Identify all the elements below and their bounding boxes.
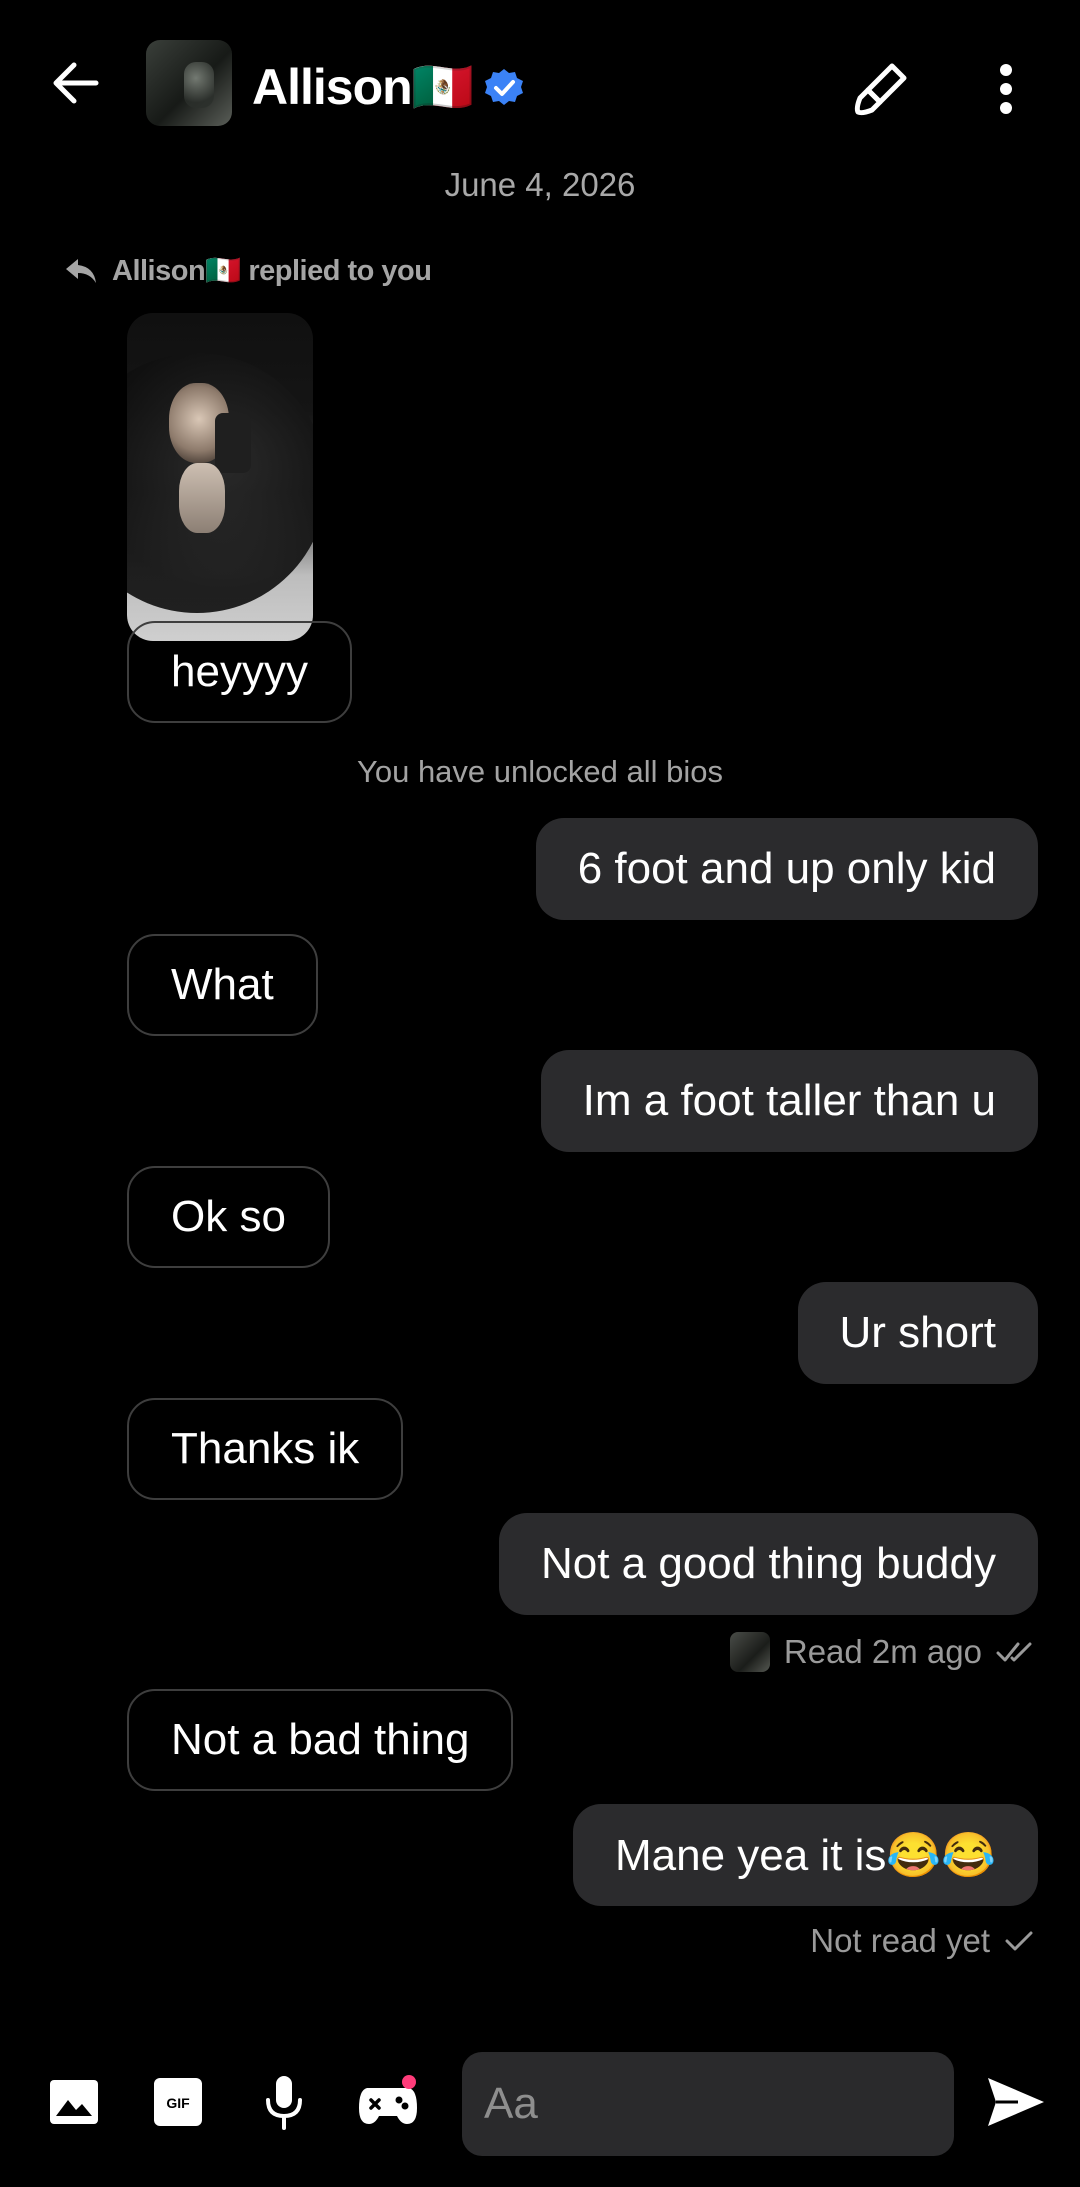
double-check-icon [996, 1642, 1032, 1662]
message-incoming[interactable]: Not a bad thing [127, 1689, 514, 1791]
conversation-title[interactable]: Allison🇲🇽 [252, 58, 525, 117]
image-icon [50, 2080, 98, 2124]
read-receipt-text: Read 2m ago [783, 1633, 982, 1670]
delivery-status: Not read yet [810, 1922, 1034, 1960]
delivery-status-text: Not read yet [810, 1922, 990, 1959]
gif-button[interactable]: GIF [146, 2070, 210, 2134]
message-outgoing[interactable]: Not a good thing buddy [498, 1513, 1038, 1615]
reply-photo[interactable] [127, 313, 313, 641]
reply-arrow-icon [66, 259, 96, 283]
message-outgoing[interactable]: 6 foot and up only kid [535, 818, 1038, 920]
arrow-left-icon [53, 62, 99, 104]
gif-icon: GIF [154, 2078, 202, 2126]
gallery-button[interactable] [42, 2070, 106, 2134]
message-input[interactable]: Aa [462, 2052, 954, 2156]
game-controller-icon [359, 2075, 417, 2124]
send-button[interactable] [984, 2070, 1054, 2140]
system-message: You have unlocked all bios [357, 754, 723, 789]
back-button[interactable] [40, 48, 110, 118]
message-incoming[interactable]: heyyyy [127, 621, 352, 723]
message-outgoing[interactable]: Ur short [797, 1282, 1038, 1384]
message-input-placeholder: Aa [484, 2079, 538, 2128]
reply-banner-text: Allison🇲🇽 replied to you [112, 255, 432, 287]
games-button[interactable] [356, 2070, 420, 2134]
message-outgoing[interactable]: Mane yea it is😂😂 [572, 1804, 1038, 1906]
theme-brush-button[interactable] [848, 56, 914, 122]
check-icon [1005, 1931, 1033, 1951]
contact-name: Allison🇲🇽 [252, 59, 474, 115]
svg-text:GIF: GIF [166, 2095, 190, 2111]
message-incoming[interactable]: Ok so [127, 1166, 330, 1268]
receipt-avatar [729, 1632, 770, 1672]
microphone-icon [266, 2076, 302, 2130]
message-incoming[interactable]: Thanks ik [127, 1398, 404, 1500]
send-icon [988, 2078, 1044, 2126]
date-separator: June 4, 2026 [444, 166, 636, 203]
more-vertical-icon [1000, 64, 1012, 114]
read-receipt: Read 2m ago [729, 1632, 1034, 1672]
voice-button[interactable] [252, 2070, 316, 2134]
reply-banner: Allison🇲🇽 replied to you [64, 254, 432, 288]
message-incoming[interactable]: What [127, 934, 318, 1036]
verified-badge-icon [483, 67, 525, 109]
message-outgoing[interactable]: Im a foot taller than u [540, 1050, 1038, 1152]
more-options-button[interactable] [984, 56, 1028, 122]
avatar[interactable] [146, 40, 232, 126]
paintbrush-icon [854, 63, 907, 116]
